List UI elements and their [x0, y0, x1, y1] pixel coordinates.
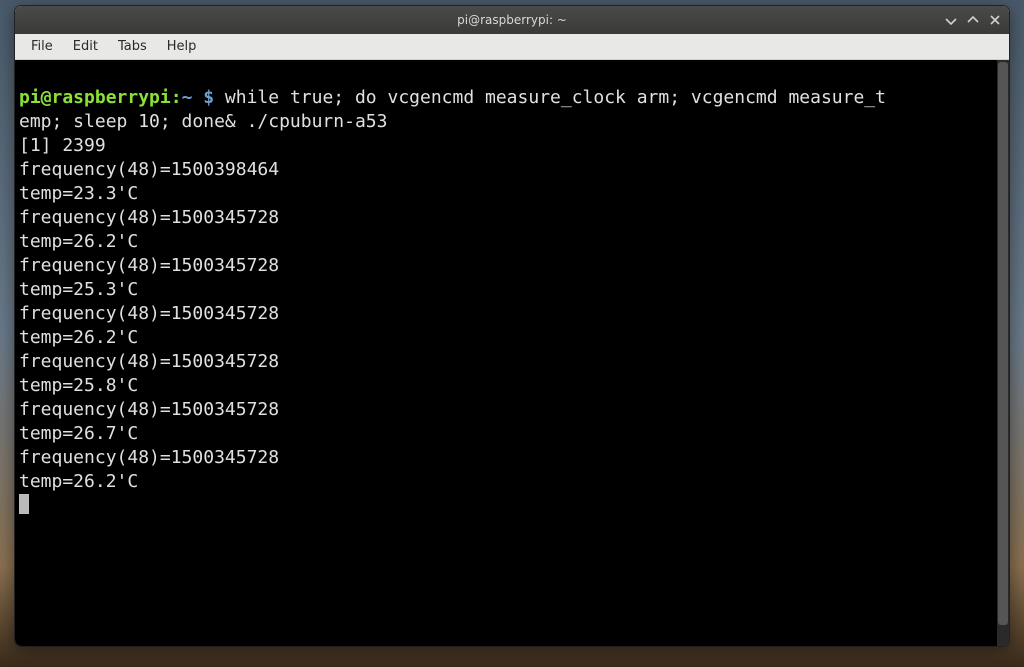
menu-file[interactable]: File [23, 36, 61, 57]
terminal-cursor [19, 494, 29, 514]
prompt-path: ~ [182, 87, 193, 108]
output-line: frequency(48)=1500345728 [19, 303, 279, 324]
prompt-sigil: $ [192, 87, 225, 108]
close-icon [989, 14, 1001, 26]
output-line: temp=26.7'C [19, 423, 138, 444]
output-line: temp=25.8'C [19, 375, 138, 396]
terminal-scrollbar[interactable] [997, 60, 1009, 646]
window-title: pi@raspberrypi: ~ [15, 13, 1009, 27]
output-line: frequency(48)=1500345728 [19, 447, 279, 468]
output-line: temp=26.2'C [19, 231, 138, 252]
close-button[interactable] [987, 12, 1003, 28]
output-line: temp=26.2'C [19, 327, 138, 348]
output-line: frequency(48)=1500345728 [19, 399, 279, 420]
terminal-window: pi@raspberrypi: ~ File Edit Tabs Help pi… [14, 5, 1010, 647]
menu-edit[interactable]: Edit [65, 36, 106, 57]
minimize-button[interactable] [943, 12, 959, 28]
menubar: File Edit Tabs Help [15, 34, 1009, 60]
maximize-icon [967, 14, 979, 26]
terminal-viewport[interactable]: pi@raspberrypi:~ $ while true; do vcgenc… [15, 60, 1009, 646]
output-line: frequency(48)=1500345728 [19, 255, 279, 276]
menu-help[interactable]: Help [159, 36, 205, 57]
output-line: temp=25.3'C [19, 279, 138, 300]
output-line: [1] 2399 [19, 135, 106, 156]
output-line: frequency(48)=1500398464 [19, 159, 279, 180]
maximize-button[interactable] [965, 12, 981, 28]
output-line: temp=23.3'C [19, 183, 138, 204]
scrollbar-thumb[interactable] [998, 62, 1008, 625]
prompt-colon: : [171, 87, 182, 108]
minimize-icon [945, 14, 957, 26]
output-line: frequency(48)=1500345728 [19, 207, 279, 228]
window-controls [943, 6, 1003, 34]
titlebar[interactable]: pi@raspberrypi: ~ [15, 6, 1009, 34]
prompt-user-host: pi@raspberrypi [19, 87, 171, 108]
output-line: frequency(48)=1500345728 [19, 351, 279, 372]
output-line: temp=26.2'C [19, 471, 138, 492]
menu-tabs[interactable]: Tabs [110, 36, 155, 57]
